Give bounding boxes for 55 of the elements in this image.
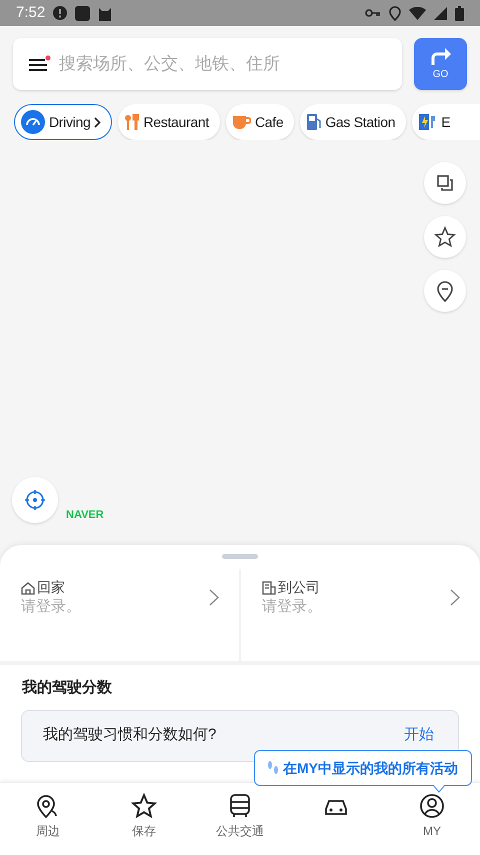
shortcut-title[interactable]: 到公司 <box>278 577 320 598</box>
score-question: 我的驾驶习惯和分数如何? <box>43 724 216 744</box>
location-icon <box>389 6 401 20</box>
star-icon <box>131 793 157 819</box>
chevron-right-icon[interactable] <box>209 589 219 606</box>
layers-icon <box>435 173 455 193</box>
nav-tab[interactable]: 公共交通 <box>192 783 288 855</box>
brand-logo: NAVER <box>66 508 104 522</box>
speedometer-icon <box>21 110 45 134</box>
drag-handle[interactable] <box>222 554 258 559</box>
category-chip[interactable]: Restaurant <box>118 104 220 140</box>
footprints-icon <box>267 760 279 776</box>
shortcut-subtitle: 请登录。 <box>21 598 82 617</box>
building-icon <box>262 580 276 594</box>
section-title: 我的驾驶分数 <box>20 678 113 698</box>
go-button[interactable]: GO <box>414 38 467 90</box>
signal-icon <box>434 6 447 20</box>
search-placeholder: 搜索场所、公交、地铁、住所 <box>59 53 280 76</box>
alert-icon <box>53 6 68 20</box>
shortcut-title[interactable]: 回家 <box>37 577 65 598</box>
fuel-pump-icon <box>307 114 322 130</box>
battery-icon <box>455 6 464 20</box>
category-chip[interactable]: Cafe <box>226 104 294 140</box>
map-control-button[interactable] <box>424 270 466 312</box>
star-icon <box>434 226 456 248</box>
chevron-right-icon <box>94 116 102 128</box>
status-time: 7:52 <box>16 2 46 23</box>
chevron-right-icon[interactable] <box>450 589 460 606</box>
crosshair-icon <box>24 489 46 511</box>
category-chip[interactable]: Driving <box>14 104 112 140</box>
map-control-button[interactable] <box>424 216 466 258</box>
map-pin-icon <box>435 280 455 302</box>
wifi-icon <box>409 6 426 20</box>
nav-tab[interactable]: 保存 <box>96 783 192 855</box>
turn-arrow-icon <box>430 46 452 64</box>
charger-icon <box>419 114 438 130</box>
fork-spoon-icon <box>125 114 140 130</box>
user-icon <box>419 793 445 819</box>
category-chip[interactable]: Gas Station <box>300 104 406 140</box>
menu-icon[interactable] <box>29 55 51 73</box>
locate-button[interactable] <box>12 477 58 523</box>
app-icon <box>75 6 90 20</box>
key-icon <box>365 8 381 18</box>
bus-icon <box>227 793 253 819</box>
start-link[interactable]: 开始 <box>404 724 434 746</box>
cat-icon <box>98 6 112 20</box>
category-chip[interactable]: E <box>412 104 480 140</box>
nav-tab[interactable]: MY <box>384 783 480 855</box>
shortcut-subtitle: 请登录。 <box>262 598 323 617</box>
score-card[interactable]: 我的驾驶习惯和分数如何? 开始 <box>21 710 459 762</box>
house-icon <box>21 580 35 594</box>
cup-icon <box>232 115 251 129</box>
tooltip-text: 在MY中显示的我的所有活动 <box>283 758 458 778</box>
nav-tab[interactable]: 周边 <box>0 783 96 855</box>
map-control-button[interactable] <box>424 162 466 204</box>
